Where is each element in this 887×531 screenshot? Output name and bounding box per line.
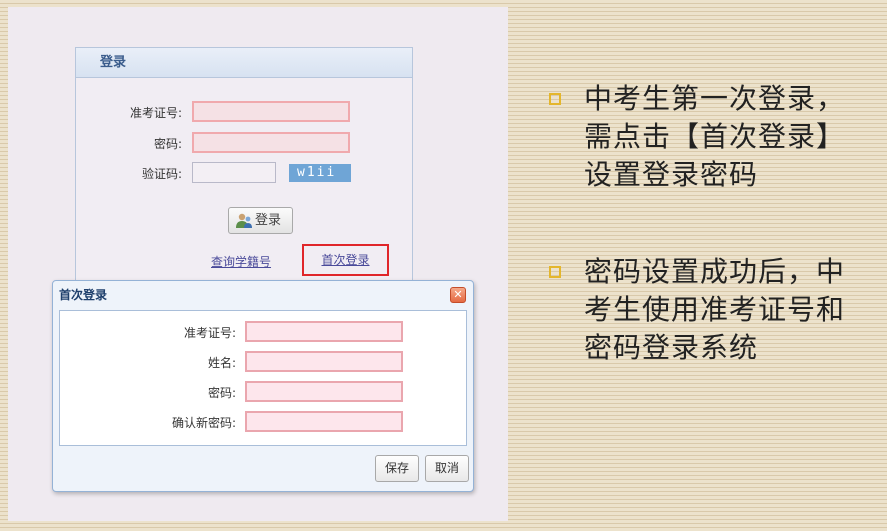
screenshot-panel: 登录 准考证号: 密码: 验证码: w1ii 登录 查询学籍号 首次登录 首次登… [8, 7, 508, 521]
first-login-dialog: 首次登录 ✕ 准考证号: 姓名: 密码: 确认新密码: 保存 取消 [52, 280, 474, 492]
bullet-marker-icon [549, 93, 561, 105]
dialog-exam-id-row: 准考证号: [60, 321, 468, 343]
login-title: 登录 [76, 48, 412, 78]
bullet-line: 考生使用准考证号和 [584, 293, 846, 326]
dialog-name-label: 姓名: [207, 356, 236, 370]
query-student-id-link[interactable]: 查询学籍号 [211, 253, 271, 270]
bullet-line: 中考生第一次登录， [584, 82, 846, 115]
dialog-exam-id-input[interactable] [245, 321, 403, 342]
bullet-marker-icon [549, 266, 561, 278]
exam-id-label: 准考证号: [129, 106, 182, 120]
login-panel: 登录 准考证号: 密码: 验证码: w1ii 登录 查询学籍号 首次登录 [75, 47, 413, 283]
close-icon[interactable]: ✕ [450, 287, 466, 303]
password-input[interactable] [192, 132, 350, 153]
save-button[interactable]: 保存 [375, 455, 419, 482]
captcha-row: 验证码: w1ii [76, 162, 414, 184]
bullet-line: 设置登录密码 [584, 158, 759, 191]
captcha-image[interactable]: w1ii [289, 164, 351, 182]
bullet-line: 密码设置成功后，中 [584, 255, 846, 288]
dialog-confirm-input[interactable] [245, 411, 403, 432]
dialog-exam-id-label: 准考证号: [183, 326, 236, 340]
dialog-name-input[interactable] [245, 351, 403, 372]
exam-id-input[interactable] [192, 101, 350, 122]
cancel-button[interactable]: 取消 [425, 455, 469, 482]
user-icon [236, 213, 252, 228]
exam-id-row: 准考证号: [76, 101, 414, 123]
password-label: 密码: [153, 137, 182, 151]
first-login-link[interactable]: 首次登录 [302, 244, 389, 276]
bullet-after-setup: 密码设置成功后，中 考生使用准考证号和 密码登录系统 [549, 253, 845, 367]
dialog-password-input[interactable] [245, 381, 403, 402]
login-button-label: 登录 [255, 213, 282, 228]
captcha-input[interactable] [192, 162, 276, 183]
password-row: 密码: [76, 132, 414, 154]
bullet-line: 需点击【首次登录】 [584, 120, 846, 153]
dialog-title: 首次登录 [59, 288, 108, 302]
bullet-first-login: 中考生第一次登录， 需点击【首次登录】 设置登录密码 [549, 80, 845, 194]
dialog-body: 准考证号: 姓名: 密码: 确认新密码: [59, 310, 467, 446]
login-button[interactable]: 登录 [228, 207, 293, 234]
dialog-password-row: 密码: [60, 381, 468, 403]
dialog-confirm-label: 确认新密码: [171, 416, 236, 430]
dialog-name-row: 姓名: [60, 351, 468, 373]
bullet-line: 密码登录系统 [584, 331, 759, 364]
captcha-label: 验证码: [141, 167, 182, 181]
dialog-confirm-row: 确认新密码: [60, 411, 468, 433]
dialog-password-label: 密码: [207, 386, 236, 400]
